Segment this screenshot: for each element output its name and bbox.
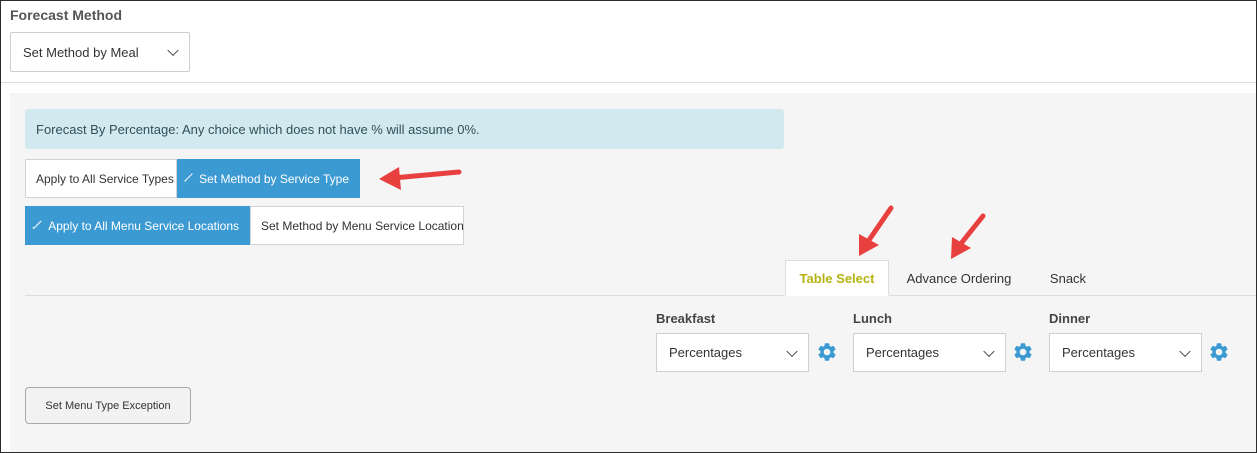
method-panel: Forecast By Percentage: Any choice which… — [10, 93, 1256, 452]
lunch-method-select[interactable]: Percentages — [853, 333, 1006, 372]
tab-snack[interactable]: Snack — [1032, 260, 1104, 296]
tab-table-select-label: Table Select — [799, 270, 875, 286]
tab-advance-ordering-label: Advance Ordering — [906, 270, 1012, 286]
info-alert: Forecast By Percentage: Any choice which… — [25, 109, 784, 149]
breakfast-method-select[interactable]: Percentages — [656, 333, 809, 372]
chevron-down-icon — [786, 345, 798, 357]
chevron-down-icon — [1179, 345, 1191, 357]
dinner-settings-gear-icon[interactable] — [1208, 341, 1230, 363]
forecast-method-label: Forecast Method — [10, 7, 123, 23]
service-type-toggle: Apply to All Service Types Set Method by… — [25, 159, 360, 198]
forecast-method-select[interactable]: Set Method by Meal — [10, 32, 190, 72]
tab-snack-label: Snack — [1049, 270, 1087, 286]
set-method-by-service-type-button[interactable]: Set Method by Service Type — [177, 159, 360, 198]
chevron-down-icon — [983, 345, 995, 357]
forecast-method-value: Set Method by Meal — [23, 44, 139, 60]
set-method-by-service-type-label: Set Method by Service Type — [199, 171, 349, 186]
check-icon — [184, 172, 193, 182]
check-icon — [32, 219, 42, 229]
forecast-method-section: Forecast Method Set Method by Meal — [1, 1, 1256, 83]
apply-all-locations-label: Apply to All Menu Service Locations — [48, 218, 239, 233]
dinner-label: Dinner — [1049, 311, 1091, 326]
set-method-by-location-label: Set Method by Menu Service Location — [261, 218, 464, 233]
set-method-by-location-button[interactable]: Set Method by Menu Service Location — [250, 206, 464, 245]
lunch-settings-gear-icon[interactable] — [1012, 341, 1034, 363]
apply-all-service-types-button[interactable]: Apply to All Service Types — [25, 159, 177, 198]
breakfast-label: Breakfast — [656, 311, 716, 326]
alert-text: Forecast By Percentage: Any choice which… — [36, 121, 480, 137]
tab-table-select[interactable]: Table Select — [785, 260, 889, 296]
apply-all-locations-button[interactable]: Apply to All Menu Service Locations — [25, 206, 250, 245]
set-menu-type-exception-button[interactable]: Set Menu Type Exception — [25, 387, 191, 424]
chevron-down-icon — [167, 44, 179, 57]
dinner-method-value: Percentages — [1062, 345, 1135, 360]
lunch-method-value: Percentages — [866, 345, 939, 360]
tab-advance-ordering[interactable]: Advance Ordering — [893, 260, 1025, 296]
breakfast-settings-gear-icon[interactable] — [816, 341, 838, 363]
dinner-method-select[interactable]: Percentages — [1049, 333, 1202, 372]
apply-all-service-types-label: Apply to All Service Types — [36, 171, 174, 186]
set-menu-type-exception-label: Set Menu Type Exception — [45, 399, 171, 412]
breakfast-method-value: Percentages — [669, 345, 742, 360]
forecast-window: Forecast Method Set Method by Meal Forec… — [0, 0, 1257, 453]
location-toggle: Apply to All Menu Service Locations Set … — [25, 206, 464, 245]
lunch-label: Lunch — [853, 311, 892, 326]
